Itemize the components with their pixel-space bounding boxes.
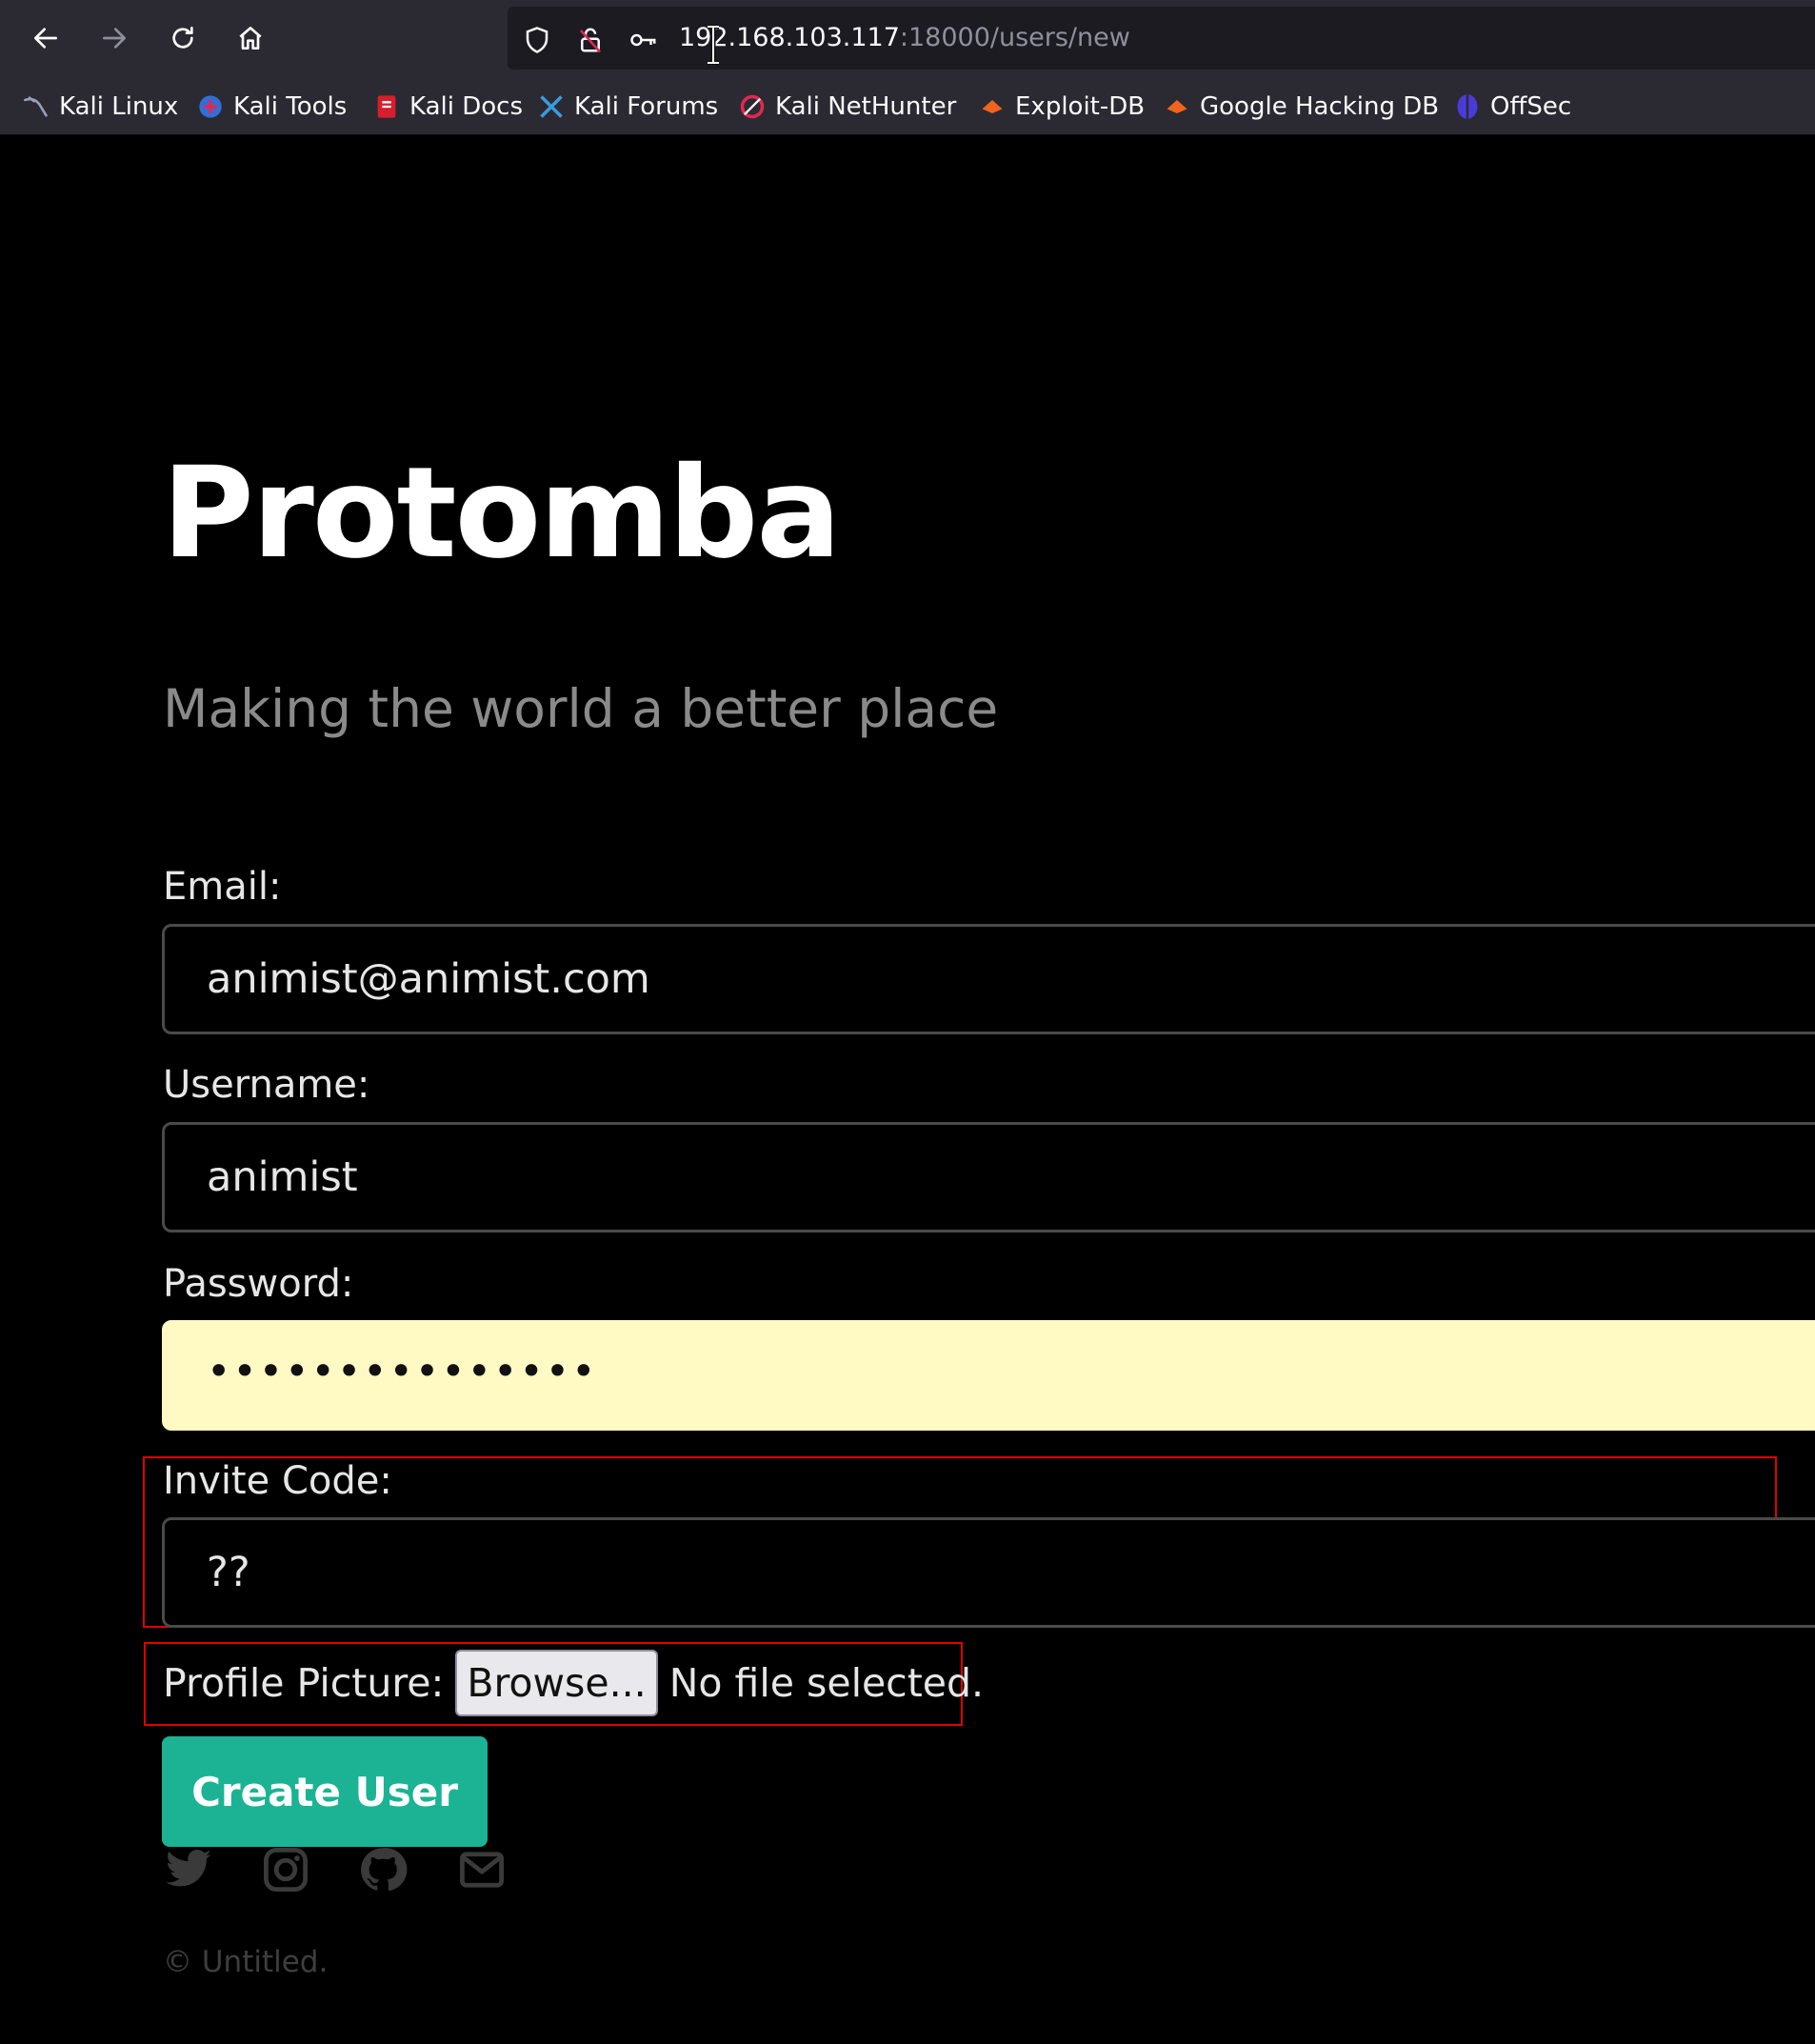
offsec-icon <box>1457 94 1478 119</box>
browse-button[interactable]: Browse... <box>455 1650 658 1716</box>
ghdb-icon <box>1167 100 1187 113</box>
forward-button[interactable] <box>95 19 133 57</box>
insecure-lock-icon[interactable] <box>576 26 605 54</box>
password-field[interactable]: ••••••••••••••• <box>162 1320 1815 1431</box>
copyright-text: © Untitled. <box>163 1945 329 1979</box>
invite-code-field[interactable]: ?? <box>162 1517 1815 1628</box>
username-value: animist <box>207 1153 358 1201</box>
bookmarks-toolbar: Kali Linux Kali Tools Kali Docs Kali For… <box>0 77 1815 135</box>
bookmark-label: Exploit-DB <box>1015 92 1146 121</box>
twitter-icon <box>166 1850 211 1887</box>
bookmark-google-hacking-db[interactable]: Google Hacking DB <box>1164 90 1439 124</box>
bookmark-label: OffSec <box>1490 92 1572 121</box>
kali-forums-icon <box>540 95 563 118</box>
email-field[interactable]: animist@animist.com <box>162 924 1815 1034</box>
bookmark-label: Kali Docs <box>409 92 524 121</box>
kali-nethunter-icon <box>740 94 765 119</box>
password-label: Password: <box>163 1262 354 1306</box>
invite-code-value: ?? <box>207 1549 250 1596</box>
bookmark-kali-tools[interactable]: Kali Tools <box>197 90 347 124</box>
username-field[interactable]: animist <box>162 1122 1815 1232</box>
bookmark-label: Kali NetHunter <box>775 92 957 121</box>
browser-toolbar: 192.168.103.117:18000/users/new <box>0 0 1815 77</box>
bookmark-label: Kali Linux <box>59 92 179 121</box>
envelope-icon <box>460 1852 504 1888</box>
invite-code-label: Invite Code: <box>163 1459 392 1503</box>
profile-picture-row: Profile Picture: Browse... No file selec… <box>163 1650 985 1716</box>
email-link[interactable] <box>455 1845 509 1894</box>
github-link[interactable] <box>356 1845 409 1894</box>
kali-tools-icon <box>199 95 222 118</box>
password-value: ••••••••••••••• <box>207 1348 598 1395</box>
bookmark-kali-linux[interactable]: Kali Linux <box>23 90 178 124</box>
back-button[interactable] <box>27 19 65 57</box>
twitter-link[interactable] <box>162 1845 215 1894</box>
instagram-link[interactable] <box>259 1845 312 1894</box>
email-value: animist@animist.com <box>207 955 650 1003</box>
bookmark-label: Google Hacking DB <box>1200 92 1440 121</box>
arrow-left-icon <box>34 28 57 49</box>
bookmark-kali-docs[interactable]: Kali Docs <box>373 90 523 124</box>
bookmark-exploit-db[interactable]: Exploit-DB <box>979 90 1145 124</box>
text-cursor-icon <box>708 25 719 65</box>
bookmark-offsec[interactable]: OffSec <box>1454 90 1571 124</box>
key-icon[interactable] <box>629 26 658 54</box>
create-user-button[interactable]: Create User <box>162 1736 488 1847</box>
profile-picture-label: Profile Picture: <box>163 1660 445 1706</box>
shield-icon[interactable] <box>523 26 551 54</box>
reload-button[interactable] <box>164 19 202 57</box>
github-icon <box>361 1848 408 1892</box>
username-label: Username: <box>163 1063 370 1107</box>
arrow-right-icon <box>103 28 126 49</box>
home-icon <box>239 27 262 50</box>
bookmark-label: Kali Tools <box>233 92 348 121</box>
kali-docs-icon <box>377 95 396 118</box>
instagram-icon <box>264 1848 308 1892</box>
bookmark-kali-forums[interactable]: Kali Forums <box>538 90 718 124</box>
page-subtitle: Making the world a better place <box>163 678 999 739</box>
bookmark-kali-nethunter[interactable]: Kali NetHunter <box>739 90 956 124</box>
email-label: Email: <box>163 865 282 909</box>
page-title: Protomba <box>162 440 841 587</box>
file-status: No file selected. <box>668 1660 985 1706</box>
kali-dragon-icon <box>24 96 48 117</box>
exploit-db-icon <box>982 100 1003 113</box>
url-path: :18000/users/new <box>899 23 1130 52</box>
url-text[interactable]: 192.168.103.117:18000/users/new <box>679 23 1130 52</box>
home-button[interactable] <box>231 19 269 57</box>
bookmark-label: Kali Forums <box>574 92 719 121</box>
reload-icon <box>172 27 193 49</box>
